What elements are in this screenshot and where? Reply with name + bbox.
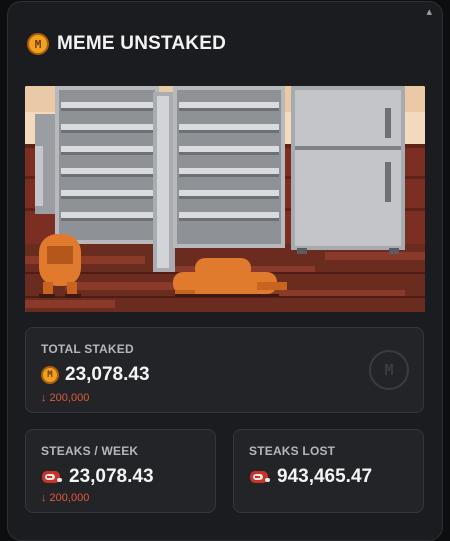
total-staked-card: TOTAL STAKED M 23,078.43 ↓ 200,000 M	[25, 327, 424, 413]
panel-header: M MEME UNSTAKED	[27, 31, 226, 57]
pixel-art-illustration	[25, 86, 425, 312]
steaks-week-delta: ↓ 200,000	[41, 492, 90, 504]
steaks-lost-card: STEAKS LOST 943,465.47	[233, 429, 424, 513]
meme-coin-icon: M	[27, 33, 49, 55]
steaks-week-value: 23,078.43	[69, 466, 154, 487]
total-staked-value: 23,078.43	[65, 364, 150, 385]
steaks-lost-label: STEAKS LOST	[249, 444, 336, 458]
steaks-week-value-row: 23,078.43	[41, 466, 154, 488]
steaks-lost-value: 943,465.47	[277, 466, 373, 487]
steaks-lost-value-row: 943,465.47	[249, 466, 372, 488]
steaks-week-label: STEAKS / WEEK	[41, 444, 139, 458]
steak-icon	[250, 471, 270, 483]
meme-logo-watermark-icon: M	[369, 350, 409, 390]
panel-title: MEME UNSTAKED	[57, 33, 227, 54]
fridge-scene-image	[25, 86, 425, 312]
total-staked-label: TOTAL STAKED	[41, 342, 134, 356]
corner-marker: ▴	[426, 6, 432, 18]
meme-coin-icon: M	[41, 366, 59, 384]
total-staked-delta: ↓ 200,000	[41, 392, 90, 404]
total-staked-value-row: M 23,078.43	[41, 364, 150, 386]
steak-icon	[42, 471, 62, 483]
steaks-week-card: STEAKS / WEEK 23,078.43 ↓ 200,000	[25, 429, 216, 513]
